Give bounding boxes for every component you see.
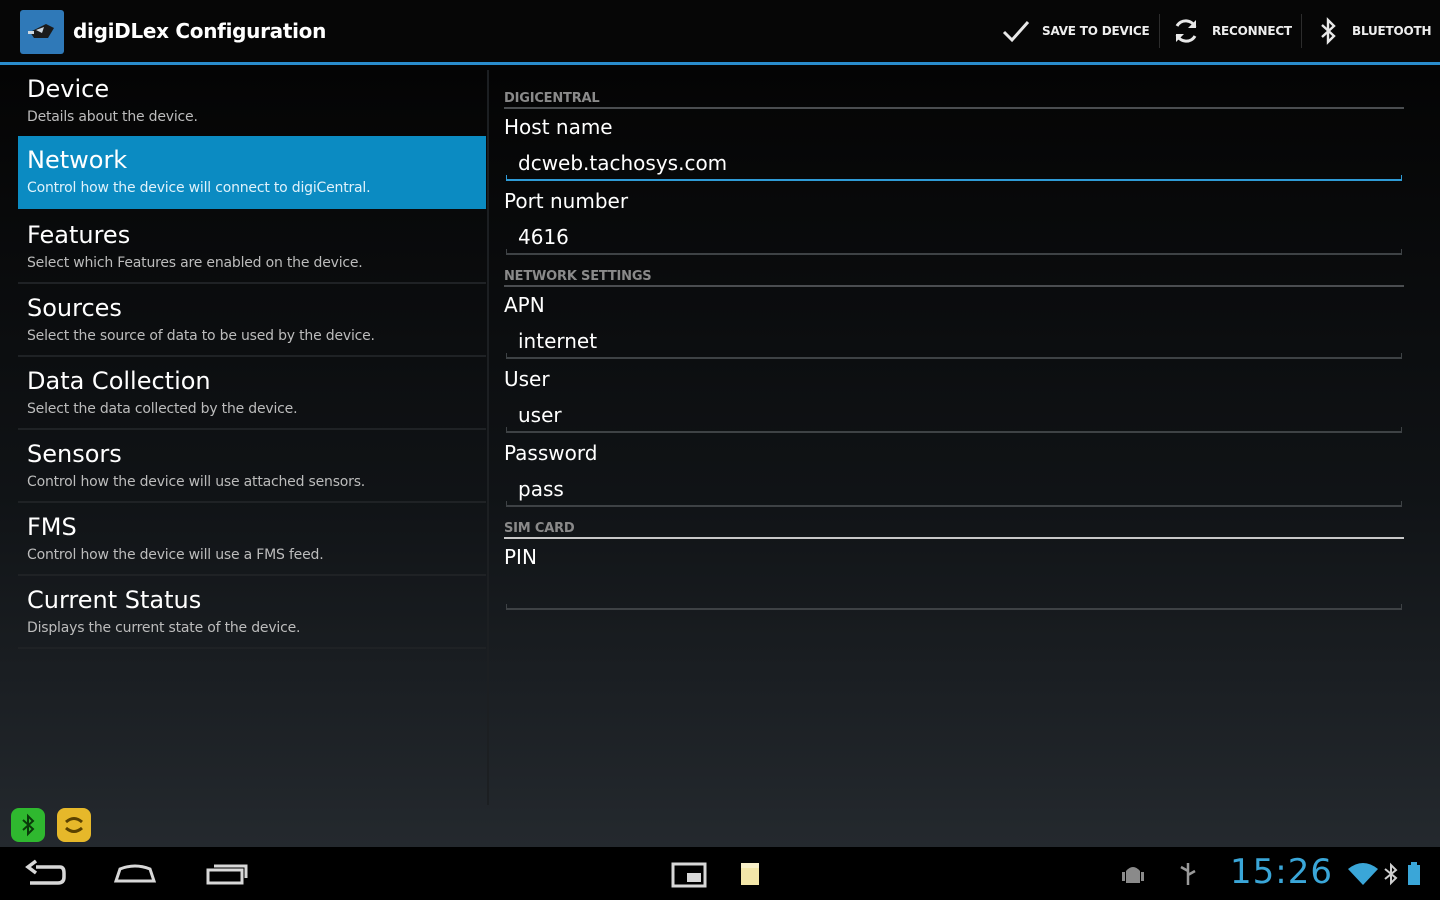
apn-label: APN: [504, 293, 545, 317]
bluetooth-icon: [1321, 17, 1336, 45]
home-icon: [113, 864, 157, 882]
app-logo-icon[interactable]: [20, 10, 64, 54]
screenshot-button[interactable]: [670, 847, 708, 900]
password-label: Password: [504, 441, 598, 465]
apn-input[interactable]: internet: [518, 329, 597, 353]
status-clock: 15:26: [1230, 852, 1333, 892]
port-number-underline: [506, 249, 1402, 255]
nav-item-sensors[interactable]: Sensors Control how the device will use …: [18, 430, 486, 503]
nav-item-summary: Select the data collected by the device.: [27, 401, 298, 417]
nav-item-summary: Control how the device will use attached…: [27, 474, 366, 490]
bluetooth-button[interactable]: BLUETOOTH: [1314, 0, 1432, 62]
android-debug-icon: [1118, 847, 1148, 900]
bluetooth-status-icon: [1381, 847, 1401, 900]
section-header-sim-card: SIM CARD: [504, 521, 1404, 539]
action-separator: [1159, 14, 1160, 48]
password-input[interactable]: pass: [518, 477, 564, 501]
usb-icon: [1176, 847, 1200, 900]
home-button[interactable]: [112, 847, 158, 900]
reconnect-button[interactable]: RECONNECT: [1170, 0, 1292, 62]
nav-item-summary: Control how the device will connect to d…: [27, 180, 371, 196]
nav-item-title: Features: [27, 221, 131, 249]
user-underline: [506, 427, 1402, 433]
preference-headers-list: Device Details about the device. Network…: [18, 65, 486, 805]
recent-apps-icon: [206, 864, 248, 884]
nav-item-summary: Displays the current state of the device…: [27, 620, 301, 636]
nav-item-device[interactable]: Device Details about the device.: [18, 65, 486, 138]
nav-item-title: Sensors: [27, 440, 122, 468]
host-name-underline: [506, 175, 1402, 181]
nav-item-title: Network: [27, 146, 128, 174]
nav-item-sources[interactable]: Sources Select the source of data to be …: [18, 284, 486, 357]
nav-item-summary: Control how the device will use a FMS fe…: [27, 547, 324, 563]
bluetooth-label: BLUETOOTH: [1352, 24, 1432, 38]
back-icon: [25, 859, 66, 885]
screenshot-icon: [671, 862, 707, 887]
app-title: digiDLex Configuration: [73, 19, 327, 43]
bluetooth-notification-icon[interactable]: [11, 808, 45, 842]
pin-label: PIN: [504, 545, 537, 569]
back-button[interactable]: [22, 847, 68, 900]
nav-item-summary: Select the source of data to be used by …: [27, 328, 375, 344]
notes-icon: [741, 862, 759, 885]
nav-item-summary: Details about the device.: [27, 109, 198, 125]
sync-notification-icon[interactable]: [57, 808, 91, 842]
reconnect-label: RECONNECT: [1212, 24, 1292, 38]
user-input[interactable]: user: [518, 403, 562, 427]
main-content: Device Details about the device. Network…: [0, 65, 1440, 847]
nav-item-title: Sources: [27, 294, 122, 322]
section-header-digicentral: DIGICENTRAL: [504, 91, 1404, 109]
system-navigation-bar: [0, 847, 1440, 900]
save-to-device-label: SAVE TO DEVICE: [1042, 24, 1150, 38]
notes-button[interactable]: [738, 847, 762, 900]
checkmark-icon: [1002, 21, 1030, 43]
password-underline: [506, 501, 1402, 507]
apn-underline: [506, 353, 1402, 359]
nav-item-fms[interactable]: FMS Control how the device will use a FM…: [18, 503, 486, 576]
refresh-icon: [1175, 19, 1197, 43]
nav-item-title: Device: [27, 75, 110, 103]
recent-apps-button[interactable]: [204, 847, 250, 900]
action-bar: digiDLex Configuration SAVE TO DEVICE RE…: [0, 0, 1440, 65]
pane-divider: [487, 70, 489, 805]
port-number-label: Port number: [504, 189, 629, 213]
nav-item-features[interactable]: Features Select which Features are enabl…: [18, 211, 486, 284]
section-header-network-settings: NETWORK SETTINGS: [504, 269, 1404, 287]
pin-underline: [506, 604, 1402, 610]
nav-item-data-collection[interactable]: Data Collection Select the data collecte…: [18, 357, 486, 430]
nav-item-title: Current Status: [27, 586, 202, 614]
nav-item-summary: Select which Features are enabled on the…: [27, 255, 363, 271]
action-separator: [1301, 14, 1302, 48]
nav-item-title: Data Collection: [27, 367, 211, 395]
nav-item-current-status[interactable]: Current Status Displays the current stat…: [18, 576, 486, 649]
host-name-label: Host name: [504, 115, 613, 139]
nav-item-network[interactable]: Network Control how the device will conn…: [18, 136, 486, 209]
nav-item-title: FMS: [27, 513, 77, 541]
network-settings-form: DIGICENTRAL Host name dcweb.tachosys.com…: [504, 65, 1404, 805]
battery-icon: [1404, 847, 1424, 900]
save-to-device-button[interactable]: SAVE TO DEVICE: [1000, 0, 1150, 62]
port-number-input[interactable]: 4616: [518, 225, 569, 249]
host-name-input[interactable]: dcweb.tachosys.com: [518, 151, 727, 175]
wifi-icon: [1346, 847, 1380, 900]
user-label: User: [504, 367, 550, 391]
